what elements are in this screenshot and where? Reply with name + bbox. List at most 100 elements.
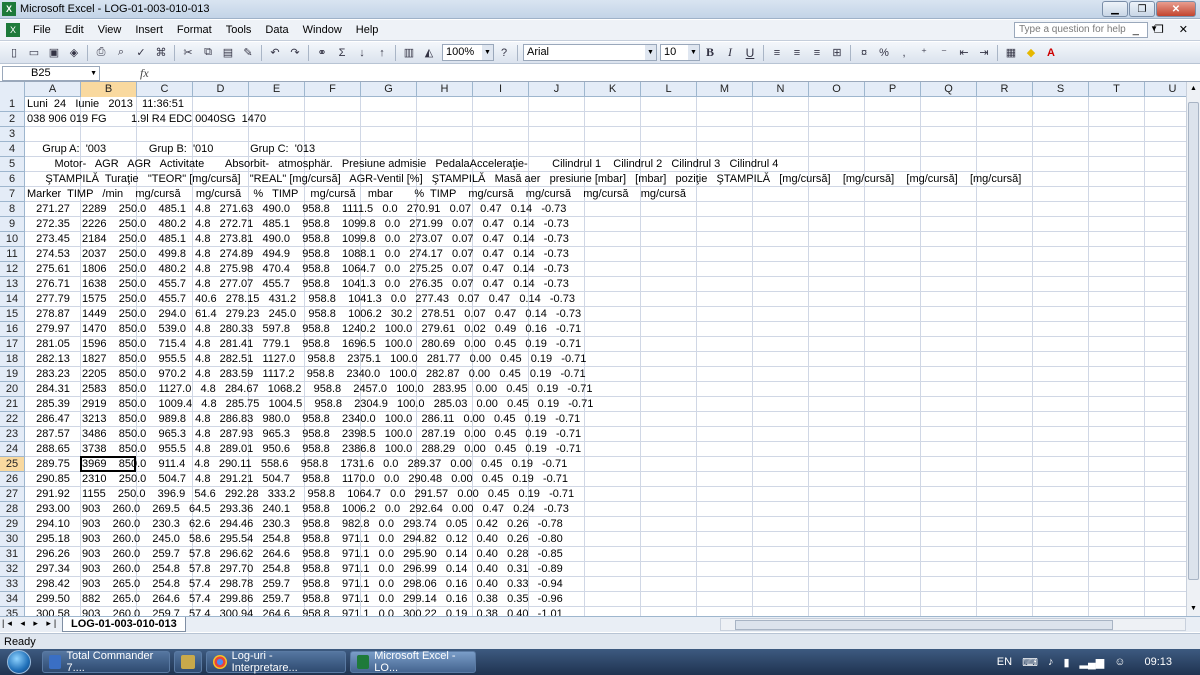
- row-cells[interactable]: 300.58 903 260.0 259.7 57.4 300.94 264.6…: [27, 607, 563, 616]
- sheet-nav-arrows-icon[interactable]: |◂ ◂ ▸ ▸|: [2, 618, 59, 629]
- horizontal-scrollbar[interactable]: [720, 618, 1186, 631]
- menu-tools[interactable]: Tools: [219, 24, 259, 36]
- row-cells[interactable]: 282.13 1827 850.0 955.5 4.8 282.51 1127.…: [27, 352, 586, 367]
- row-cells[interactable]: 274.53 2037 250.0 499.8 4.8 274.89 494.9…: [27, 247, 569, 262]
- column-header[interactable]: E: [249, 82, 305, 97]
- row-header[interactable]: 6: [0, 172, 25, 187]
- signal-icon[interactable]: ▂▄▆: [1080, 656, 1105, 669]
- row-header[interactable]: 19: [0, 367, 25, 382]
- column-header[interactable]: R: [977, 82, 1033, 97]
- row-header[interactable]: 21: [0, 397, 25, 412]
- row-cells[interactable]: 285.39 2919 850.0 1009.4 4.8 285.75 1004…: [27, 397, 593, 412]
- research-icon[interactable]: ⌘: [153, 45, 169, 61]
- row-cells[interactable]: 298.42 903 265.0 254.8 57.4 298.78 259.7…: [27, 577, 563, 592]
- smiley-icon[interactable]: ☺: [1114, 656, 1125, 668]
- column-header[interactable]: F: [305, 82, 361, 97]
- select-all-corner[interactable]: [0, 82, 25, 97]
- row-cells[interactable]: 281.05 1596 850.0 715.4 4.8 281.41 779.1…: [27, 337, 581, 352]
- increase-decimal-icon[interactable]: ⁺: [916, 45, 932, 61]
- function-icon[interactable]: fx: [140, 66, 149, 81]
- column-header[interactable]: L: [641, 82, 697, 97]
- scroll-up-icon[interactable]: ▲: [1187, 82, 1200, 96]
- column-header[interactable]: T: [1089, 82, 1145, 97]
- vertical-scrollbar[interactable]: ▲ ▼: [1186, 82, 1200, 616]
- autosum-icon[interactable]: Σ: [334, 45, 350, 61]
- row-header[interactable]: 10: [0, 232, 25, 247]
- row-cells[interactable]: ŞTAMPILĂ Turaţie "TEOR" [mg/cursă] "REAL…: [27, 172, 1021, 187]
- row-header[interactable]: 31: [0, 547, 25, 562]
- row-cells[interactable]: Luni 24 Iunie 2013 11:36:51: [27, 97, 184, 112]
- row-header[interactable]: 4: [0, 142, 25, 157]
- paste-icon[interactable]: ▤: [220, 45, 236, 61]
- column-header[interactable]: K: [585, 82, 641, 97]
- row-cells[interactable]: 295.18 903 260.0 245.0 58.6 295.54 254.8…: [27, 532, 563, 547]
- row-header[interactable]: 15: [0, 307, 25, 322]
- column-header[interactable]: S: [1033, 82, 1089, 97]
- italic-icon[interactable]: I: [722, 45, 738, 61]
- menu-data[interactable]: Data: [258, 24, 295, 36]
- percent-icon[interactable]: %: [876, 45, 892, 61]
- row-cells[interactable]: 287.57 3486 850.0 965.3 4.8 287.93 965.3…: [27, 427, 581, 442]
- row-cells[interactable]: 297.34 903 260.0 254.8 57.8 297.70 254.8…: [27, 562, 563, 577]
- row-cells[interactable]: Motor- AGR AGR Activitate Absorbit- atmo…: [27, 157, 779, 172]
- column-header[interactable]: P: [865, 82, 921, 97]
- underline-icon[interactable]: U: [742, 45, 758, 61]
- column-header[interactable]: O: [809, 82, 865, 97]
- row-header[interactable]: 3: [0, 127, 25, 142]
- active-cell-border[interactable]: [80, 456, 136, 472]
- fill-color-icon[interactable]: ◆: [1023, 45, 1039, 61]
- row-cells[interactable]: 284.31 2583 850.0 1127.0 4.8 284.67 1068…: [27, 382, 592, 397]
- row-header[interactable]: 17: [0, 337, 25, 352]
- menu-format[interactable]: Format: [170, 24, 219, 36]
- network-icon[interactable]: ▮: [1063, 656, 1069, 669]
- row-header[interactable]: 18: [0, 352, 25, 367]
- merge-center-icon[interactable]: ⊞: [829, 45, 845, 61]
- permission-icon[interactable]: ◈: [66, 45, 82, 61]
- decrease-indent-icon[interactable]: ⇤: [956, 45, 972, 61]
- decrease-decimal-icon[interactable]: ⁻: [936, 45, 952, 61]
- row-header[interactable]: 12: [0, 262, 25, 277]
- currency-icon[interactable]: ¤: [856, 45, 872, 61]
- row-header[interactable]: 16: [0, 322, 25, 337]
- menu-window[interactable]: Window: [296, 24, 349, 36]
- align-left-icon[interactable]: ≡: [769, 45, 785, 61]
- font-color-icon[interactable]: A: [1043, 45, 1059, 61]
- sheet-tab[interactable]: LOG-01-003-010-013: [62, 617, 186, 632]
- column-header[interactable]: D: [193, 82, 249, 97]
- keyboard-icon[interactable]: ⌨: [1022, 656, 1038, 669]
- column-header[interactable]: I: [473, 82, 529, 97]
- chevron-down-icon[interactable]: ▼: [688, 45, 699, 60]
- row-cells[interactable]: 271.27 2289 250.0 485.1 4.8 271.63 490.0…: [27, 202, 566, 217]
- name-box[interactable]: B25 ▼: [2, 65, 100, 81]
- row-header[interactable]: 33: [0, 577, 25, 592]
- menu-file[interactable]: File: [26, 24, 58, 36]
- row-header[interactable]: 9: [0, 217, 25, 232]
- clock[interactable]: 09:13: [1144, 656, 1172, 668]
- column-header[interactable]: N: [753, 82, 809, 97]
- align-center-icon[interactable]: ≡: [789, 45, 805, 61]
- chart-wizard-icon[interactable]: ▥: [401, 45, 417, 61]
- menu-edit[interactable]: Edit: [58, 24, 91, 36]
- worksheet-grid[interactable]: ABCDEFGHIJKLMNOPQRSTU 1 Luni 24 Iunie 201…: [0, 82, 1186, 616]
- new-file-icon[interactable]: ▯: [6, 45, 22, 61]
- row-header[interactable]: 34: [0, 592, 25, 607]
- row-cells[interactable]: 278.87 1449 250.0 294.0 61.4 279.23 245.…: [27, 307, 581, 322]
- increase-indent-icon[interactable]: ⇥: [976, 45, 992, 61]
- row-cells[interactable]: Marker TIMP /min mg/cursă mg/cursă % TIM…: [27, 187, 686, 202]
- help-question-input[interactable]: Type a question for help: [1014, 22, 1148, 38]
- column-header[interactable]: M: [697, 82, 753, 97]
- font-name-select[interactable]: Arial ▼: [523, 44, 657, 61]
- workbook-icon[interactable]: X: [6, 23, 20, 37]
- row-header[interactable]: 14: [0, 292, 25, 307]
- row-header[interactable]: 35: [0, 607, 25, 616]
- format-painter-icon[interactable]: ✎: [240, 45, 256, 61]
- menu-help[interactable]: Help: [349, 24, 386, 36]
- row-cells[interactable]: Grup A: '003 Grup B: '010 Grup C: '013: [27, 142, 315, 157]
- row-header[interactable]: 22: [0, 412, 25, 427]
- row-cells[interactable]: 290.85 2310 250.0 504.7 4.8 291.21 504.7…: [27, 472, 568, 487]
- font-size-select[interactable]: 10 ▼: [660, 44, 700, 61]
- minimize-button[interactable]: ▁: [1102, 1, 1128, 17]
- row-header[interactable]: 30: [0, 532, 25, 547]
- spelling-icon[interactable]: ✓: [133, 45, 149, 61]
- column-header[interactable]: A: [25, 82, 81, 97]
